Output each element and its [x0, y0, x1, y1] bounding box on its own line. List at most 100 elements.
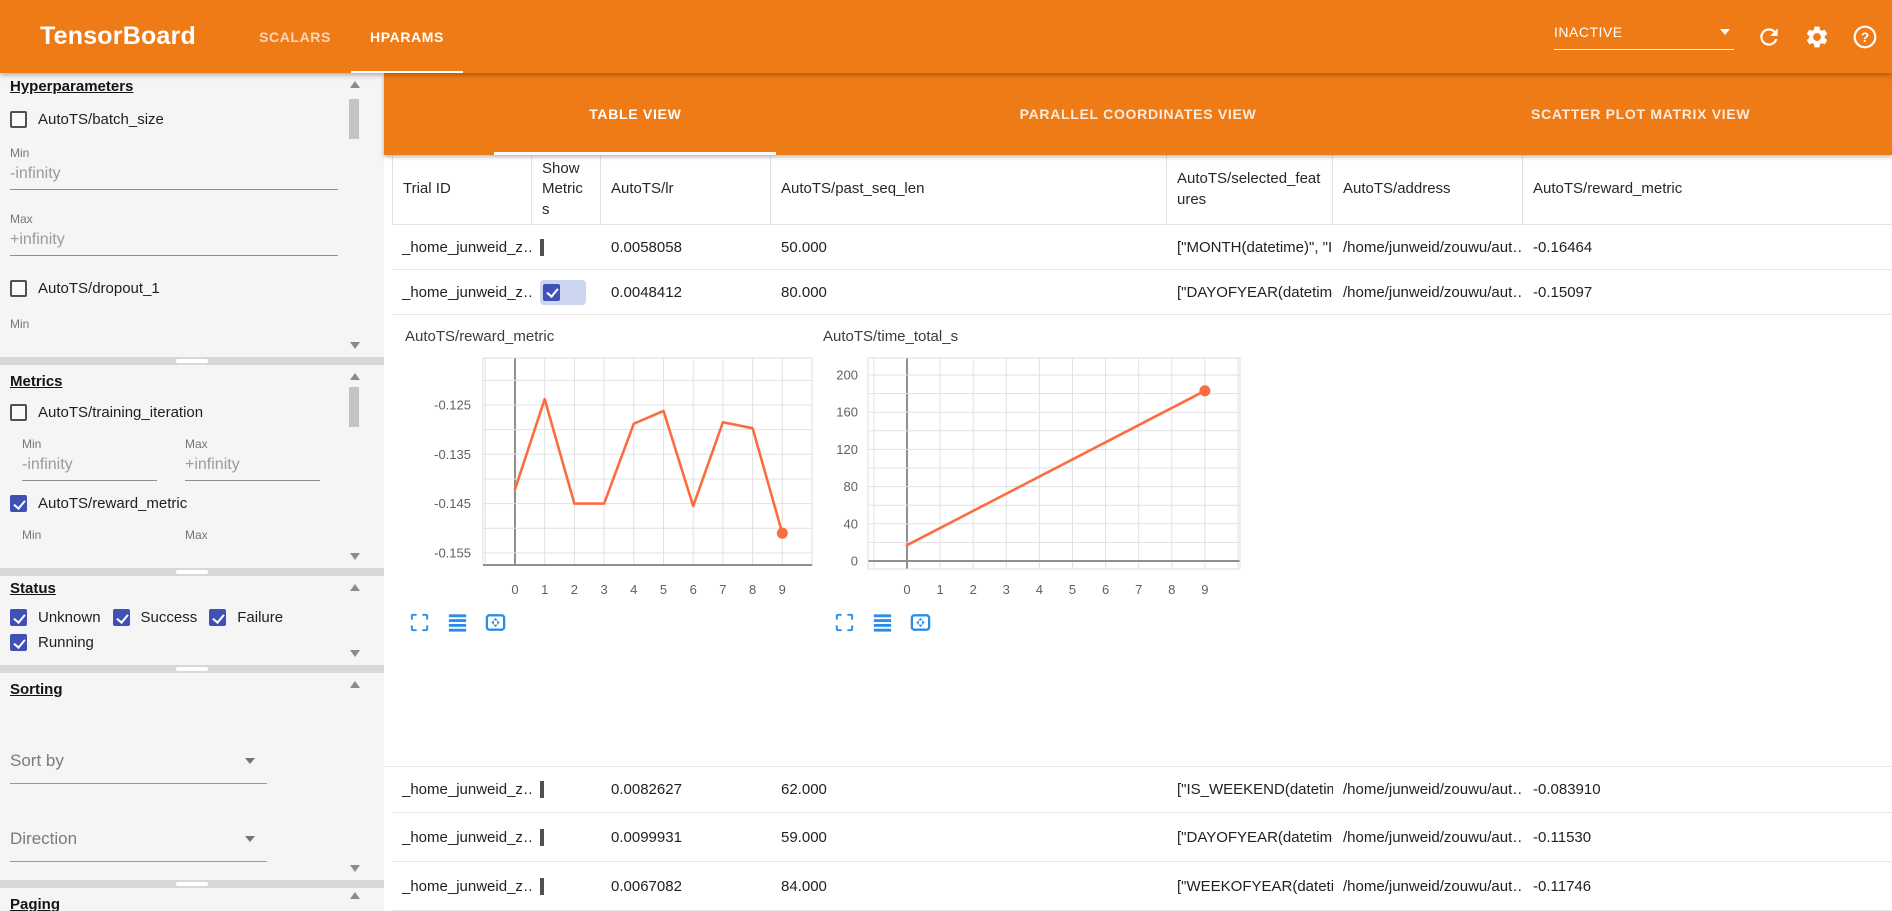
hparam-batch-size-row[interactable]: AutoTS/batch_size	[10, 111, 338, 128]
tab-table-view[interactable]: TABLE VIEW	[384, 73, 887, 155]
show-metrics-checkbox[interactable]	[540, 829, 544, 846]
sidebar-section-hyperparameters: Hyperparameters AutoTS/batch_size Min -i…	[0, 73, 384, 357]
cell-lr: 0.0099931	[601, 829, 771, 846]
cell-lr: 0.0067082	[601, 878, 771, 895]
max-input[interactable]: +infinity	[10, 226, 338, 256]
fullscreen-icon[interactable]	[833, 611, 856, 634]
section-resize-divider[interactable]	[0, 357, 384, 365]
run-status-dropdown[interactable]: INACTIVE	[1554, 24, 1734, 50]
column-header-selected-features[interactable]: AutoTS/selected_features	[1167, 155, 1333, 224]
reward-metric-checkbox[interactable]	[10, 495, 27, 512]
running-checkbox[interactable]	[10, 634, 27, 651]
resize-handle-icon[interactable]	[176, 667, 208, 671]
max-input[interactable]: +infinity	[185, 451, 320, 481]
resize-handle-icon[interactable]	[176, 570, 208, 574]
scroll-up-icon[interactable]	[350, 681, 360, 688]
svg-text:9: 9	[1201, 582, 1208, 597]
failure-checkbox[interactable]	[209, 609, 226, 626]
resize-handle-icon[interactable]	[176, 359, 208, 363]
show-metrics-cell	[532, 280, 601, 305]
section-scrollbar	[348, 373, 362, 560]
show-metrics-checkbox[interactable]	[543, 284, 560, 301]
status-unknown-row[interactable]: Unknown	[10, 609, 101, 626]
batch-size-label: AutoTS/batch_size	[38, 111, 164, 128]
unknown-checkbox[interactable]	[10, 609, 27, 626]
scroll-up-icon[interactable]	[350, 81, 360, 88]
column-header-past-seq-len[interactable]: AutoTS/past_seq_len	[771, 155, 1167, 224]
svg-text:6: 6	[1102, 582, 1109, 597]
scroll-down-icon[interactable]	[350, 553, 360, 560]
data-table-icon[interactable]	[871, 611, 894, 634]
batch-size-checkbox[interactable]	[10, 111, 27, 128]
dropout-checkbox[interactable]	[10, 280, 27, 297]
scroll-down-icon[interactable]	[350, 865, 360, 872]
tab-hparams[interactable]: HPARAMS	[351, 0, 463, 73]
min-label: Min	[22, 528, 157, 542]
section-resize-divider[interactable]	[0, 568, 384, 576]
direction-placeholder: Direction	[10, 829, 77, 848]
reward-metric-chart[interactable]: -0.125-0.135-0.145-0.1550123456789	[392, 348, 832, 608]
svg-text:8: 8	[1168, 582, 1175, 597]
metric-training-iteration-row[interactable]: AutoTS/training_iteration	[10, 404, 338, 421]
refresh-icon[interactable]	[1756, 24, 1782, 50]
hyperparameters-heading: Hyperparameters	[10, 78, 338, 95]
metric-reward-metric-row[interactable]: AutoTS/reward_metric	[10, 495, 338, 512]
cell-past-seq-len: 80.000	[771, 284, 1167, 301]
show-metrics-cell	[532, 829, 601, 846]
settings-gear-icon[interactable]	[1804, 24, 1830, 50]
svg-text:7: 7	[719, 582, 726, 597]
resize-handle-icon[interactable]	[176, 882, 208, 886]
section-resize-divider[interactable]	[0, 665, 384, 673]
min-label: Min	[22, 437, 157, 451]
column-header-trial-id[interactable]: Trial ID	[392, 155, 532, 224]
status-failure-row[interactable]: Failure	[209, 609, 283, 626]
scroll-up-icon[interactable]	[350, 892, 360, 899]
success-checkbox[interactable]	[113, 609, 130, 626]
training-iteration-checkbox[interactable]	[10, 404, 27, 421]
cell-reward-metric: -0.15097	[1523, 284, 1892, 301]
time-total-chart[interactable]: 040801201602000123456789	[800, 348, 1260, 608]
top-toolbar: TensorBoard SCALARS HPARAMS INACTIVE ?	[0, 0, 1892, 73]
column-header-address[interactable]: AutoTS/address	[1333, 155, 1523, 224]
tab-parallel-coordinates-view[interactable]: PARALLEL COORDINATES VIEW	[887, 73, 1390, 155]
reset-view-icon[interactable]	[909, 611, 932, 634]
sorting-heading: Sorting	[10, 681, 338, 698]
reset-view-icon[interactable]	[484, 611, 507, 634]
cell-address: /home/junweid/zouwu/aut…	[1333, 829, 1523, 846]
help-icon[interactable]: ?	[1852, 24, 1878, 50]
tab-scalars[interactable]: SCALARS	[239, 0, 351, 73]
show-metrics-checkbox[interactable]	[540, 781, 544, 798]
sort-by-placeholder: Sort by	[10, 751, 64, 770]
min-input[interactable]: -infinity	[10, 160, 338, 190]
svg-text:-0.125: -0.125	[434, 398, 471, 413]
min-input[interactable]: -infinity	[22, 451, 157, 481]
column-header-show-metrics[interactable]: Show Metrics	[532, 155, 601, 224]
scrollbar-thumb[interactable]	[349, 387, 359, 427]
cell-selected-features: ["DAYOFYEAR(datetime…	[1167, 829, 1333, 846]
sort-by-dropdown[interactable]: Sort by	[10, 742, 267, 784]
status-success-row[interactable]: Success	[113, 609, 198, 626]
data-table-icon[interactable]	[446, 611, 469, 634]
scroll-up-icon[interactable]	[350, 373, 360, 380]
scrollbar-thumb[interactable]	[349, 99, 359, 139]
scroll-down-icon[interactable]	[350, 650, 360, 657]
checkbox-wrapper	[540, 829, 544, 846]
cell-past-seq-len: 59.000	[771, 829, 1167, 846]
hparam-dropout-row[interactable]: AutoTS/dropout_1	[10, 280, 338, 297]
table-header-row: Trial ID Show Metrics AutoTS/lr AutoTS/p…	[392, 155, 1892, 225]
cell-lr: 0.0048412	[601, 284, 771, 301]
show-metrics-checkbox[interactable]	[540, 878, 544, 895]
scroll-up-icon[interactable]	[350, 584, 360, 591]
table-view-content: Trial ID Show Metrics AutoTS/lr AutoTS/p…	[384, 155, 1892, 911]
status-running-row[interactable]: Running	[10, 634, 94, 651]
direction-dropdown[interactable]: Direction	[10, 820, 267, 862]
column-header-reward-metric[interactable]: AutoTS/reward_metric	[1523, 155, 1892, 224]
fullscreen-icon[interactable]	[408, 611, 431, 634]
tensorboard-app: TensorBoard SCALARS HPARAMS INACTIVE ?	[0, 0, 1892, 911]
cell-address: /home/junweid/zouwu/aut…	[1333, 284, 1523, 301]
show-metrics-checkbox[interactable]	[540, 239, 544, 256]
tab-scatter-plot-matrix-view[interactable]: SCATTER PLOT MATRIX VIEW	[1389, 73, 1892, 155]
column-header-lr[interactable]: AutoTS/lr	[601, 155, 771, 224]
section-resize-divider[interactable]	[0, 880, 384, 888]
scroll-down-icon[interactable]	[350, 342, 360, 349]
